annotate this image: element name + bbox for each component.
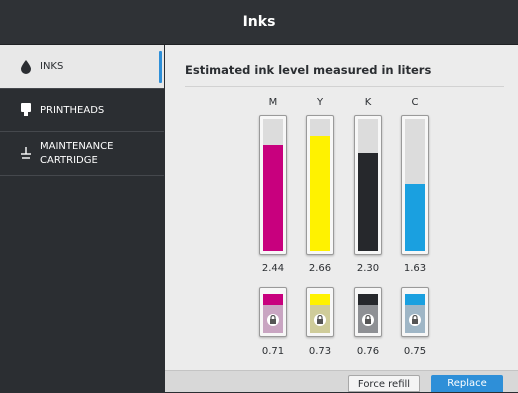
printhead-value-k: 0.76: [356, 346, 380, 357]
ink-letter-m: M: [268, 97, 278, 108]
ink-level-fill: [263, 145, 283, 251]
sidebar-item-label-line2: CARTRIDGE: [40, 155, 98, 166]
ink-cartridge-y[interactable]: [306, 115, 334, 255]
sidebar-item-printheads[interactable]: PRINTHEADS: [0, 89, 164, 132]
printhead-color-band: [263, 294, 283, 305]
lock-icon: [314, 314, 326, 326]
ink-levels-panel: Estimated ink level measured in liters M…: [165, 45, 518, 392]
printhead-value-m: 0.71: [261, 346, 285, 357]
lock-icon: [409, 314, 421, 326]
printhead-body: [310, 305, 330, 333]
printhead-body: [358, 305, 378, 333]
maintenance-cartridge-icon: [21, 147, 31, 159]
sidebar-item-label-line1: MAINTENANCE: [40, 141, 114, 152]
printhead-m[interactable]: [259, 287, 287, 337]
ink-letter-k: K: [364, 97, 372, 108]
sidebar-item-inks[interactable]: INKS: [0, 45, 164, 89]
printhead-k[interactable]: [354, 287, 382, 337]
lock-icon: [362, 314, 374, 326]
replace-button[interactable]: Replace: [431, 375, 503, 392]
printhead-y[interactable]: [306, 287, 334, 337]
lock-icon: [267, 314, 279, 326]
printhead-body: [405, 305, 425, 333]
printhead-color-band: [358, 294, 378, 305]
title-bar: Inks: [0, 0, 518, 45]
printhead-color-band: [310, 294, 330, 305]
ink-value-y: 2.66: [308, 263, 332, 274]
window-title: Inks: [242, 14, 276, 30]
ink-level-fill: [405, 183, 425, 251]
ink-value-m: 2.44: [261, 263, 285, 274]
ink-cartridge-c[interactable]: [401, 115, 429, 255]
printhead-value-y: 0.73: [308, 346, 332, 357]
sidebar: INKS PRINTHEADS MAINTENANCE CARTRIDGE: [0, 45, 164, 391]
printhead-c[interactable]: [401, 287, 429, 337]
active-indicator: [159, 51, 162, 83]
ink-drop-icon: [21, 60, 31, 74]
printhead-value-c: 0.75: [403, 346, 427, 357]
sidebar-item-label: INKS: [40, 61, 64, 72]
printhead-icon: [21, 103, 31, 116]
page-heading: Estimated ink level measured in liters: [185, 63, 432, 77]
ink-level-fill: [310, 136, 330, 251]
ink-letter-c: C: [411, 97, 419, 108]
action-bar: Force refill Replace: [165, 370, 518, 392]
ink-letter-y: Y: [316, 97, 324, 108]
printhead-body: [263, 305, 283, 333]
ink-value-k: 2.30: [356, 263, 380, 274]
sidebar-item-label: PRINTHEADS: [40, 105, 105, 116]
divider: [185, 86, 504, 87]
ink-cartridge-m[interactable]: [259, 115, 287, 255]
sidebar-item-maintenance-cartridge[interactable]: MAINTENANCE CARTRIDGE: [0, 132, 164, 176]
force-refill-button[interactable]: Force refill: [348, 375, 420, 392]
ink-cartridge-k[interactable]: [354, 115, 382, 255]
ink-level-fill: [358, 153, 378, 251]
ink-value-c: 1.63: [403, 263, 427, 274]
printhead-color-band: [405, 294, 425, 305]
